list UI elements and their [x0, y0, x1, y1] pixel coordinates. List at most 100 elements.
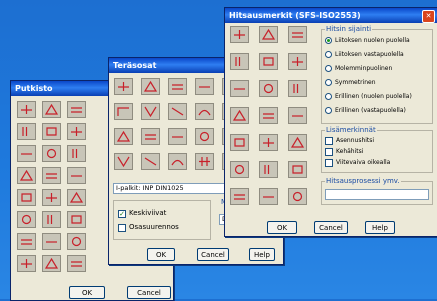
pipe-symbol-button[interactable]: [17, 233, 36, 250]
pipe-symbol-button[interactable]: [42, 255, 61, 272]
steel-symbol-icon: [199, 131, 210, 142]
weld-symbol-button[interactable]: [230, 26, 249, 43]
steel-symbol-button[interactable]: [195, 78, 214, 95]
steel-symbol-button[interactable]: [141, 78, 160, 95]
steel-symbol-button[interactable]: [195, 153, 214, 170]
hitsi-cancel-button[interactable]: Cancel: [314, 221, 348, 234]
osasuurennos-checkbox[interactable]: [118, 224, 126, 232]
weld-symbol-button[interactable]: [230, 53, 249, 70]
menetelma-input[interactable]: [325, 189, 429, 200]
putkisto-cancel-button[interactable]: Cancel: [127, 286, 171, 299]
weld-symbol-button[interactable]: [230, 161, 249, 178]
steel-symbol-button[interactable]: [195, 103, 214, 120]
weld-symbol-button[interactable]: [259, 188, 278, 205]
steel-symbol-button[interactable]: [168, 78, 187, 95]
keskiviivat-checkbox[interactable]: ✓: [118, 210, 126, 218]
weld-symbol-button[interactable]: [259, 26, 278, 43]
steel-symbol-button[interactable]: [114, 78, 133, 95]
steel-symbol-button[interactable]: [195, 128, 214, 145]
steel-symbol-icon: [171, 159, 184, 166]
pipe-symbol-icon: [69, 191, 84, 203]
putkisto-ok-button[interactable]: OK: [69, 286, 105, 299]
steel-symbol-icon: [198, 109, 211, 116]
steel-symbol-icon: [144, 106, 157, 118]
steel-symbol-button[interactable]: [168, 153, 187, 170]
weld-symbol-button[interactable]: [288, 26, 307, 43]
steel-symbol-icon: [118, 82, 129, 91]
weld-symbol-button[interactable]: [230, 134, 249, 151]
pipe-symbol-icon: [71, 175, 82, 177]
pipe-symbol-button[interactable]: [42, 167, 61, 184]
pipe-symbol-button[interactable]: [42, 123, 61, 140]
pipe-symbol-button[interactable]: [67, 101, 86, 118]
steel-symbol-icon: [172, 84, 183, 90]
pipe-symbol-button[interactable]: [17, 123, 36, 140]
steel-symbol-button[interactable]: [114, 128, 133, 145]
weld-symbol-icon: [234, 164, 245, 175]
weld-position-radio[interactable]: [325, 93, 332, 100]
weld-position-radio[interactable]: [325, 65, 332, 72]
pipe-symbol-button[interactable]: [17, 167, 36, 184]
weld-symbol-button[interactable]: [288, 53, 307, 70]
pipe-symbol-button[interactable]: [67, 255, 86, 272]
teras-ok-button[interactable]: OK: [147, 248, 175, 261]
weld-extra-checkbox[interactable]: [325, 137, 333, 145]
pipe-symbol-button[interactable]: [42, 233, 61, 250]
pipe-symbol-icon: [46, 241, 57, 243]
weld-symbol-button[interactable]: [259, 107, 278, 124]
weld-symbol-icon: [264, 165, 270, 174]
pipe-symbol-button[interactable]: [17, 189, 36, 206]
close-icon[interactable]: ✕: [422, 10, 435, 23]
pipe-symbol-button[interactable]: [42, 211, 61, 228]
steel-symbol-button[interactable]: [141, 103, 160, 120]
pipe-symbol-button[interactable]: [17, 145, 36, 162]
weld-position-radio[interactable]: [325, 79, 332, 86]
weld-symbol-button[interactable]: [259, 161, 278, 178]
steel-symbol-icon: [145, 134, 156, 140]
steel-symbol-button[interactable]: [114, 103, 133, 120]
hitsi-ok-button[interactable]: OK: [267, 221, 297, 234]
weld-position-radio[interactable]: [325, 37, 332, 44]
weld-extra-checkbox[interactable]: [325, 159, 333, 167]
steel-symbol-button[interactable]: [141, 128, 160, 145]
pipe-symbol-button[interactable]: [67, 211, 86, 228]
steel-symbol-icon: [117, 156, 130, 168]
steel-symbol-button[interactable]: [141, 153, 160, 170]
pipe-symbol-button[interactable]: [42, 145, 61, 162]
teras-cancel-button[interactable]: Cancel: [197, 248, 229, 261]
pipe-symbol-button[interactable]: [67, 123, 86, 140]
menetelma-title: Hitsausprosessi ymv.: [325, 177, 401, 186]
weld-symbol-button[interactable]: [230, 107, 249, 124]
pipe-symbol-button[interactable]: [17, 255, 36, 272]
weld-symbol-button[interactable]: [230, 80, 249, 97]
pipe-symbol-button[interactable]: [67, 167, 86, 184]
weld-symbol-button[interactable]: [288, 134, 307, 151]
weld-symbol-button[interactable]: [288, 107, 307, 124]
pipe-symbol-button[interactable]: [17, 211, 36, 228]
steel-symbol-button[interactable]: [168, 128, 187, 145]
weld-symbol-button[interactable]: [288, 80, 307, 97]
weld-symbol-button[interactable]: [259, 53, 278, 70]
weld-symbol-button[interactable]: [259, 134, 278, 151]
pipe-symbol-button[interactable]: [67, 233, 86, 250]
steel-symbol-button[interactable]: [114, 153, 133, 170]
pipe-symbol-button[interactable]: [17, 101, 36, 118]
weld-symbol-button[interactable]: [288, 161, 307, 178]
pipe-symbol-button[interactable]: [42, 189, 61, 206]
steel-symbol-button[interactable]: [168, 103, 187, 120]
weld-extra-checkbox[interactable]: [325, 148, 333, 156]
sijainti-title: Hitsin sijainti: [325, 25, 373, 34]
weld-symbol-button[interactable]: [288, 188, 307, 205]
pipe-symbol-button[interactable]: [42, 101, 61, 118]
lisamerkinnat-title: Lisämerkinnät: [325, 126, 377, 135]
hitsi-help-button[interactable]: Help: [365, 221, 395, 234]
pipe-symbol-button[interactable]: [67, 189, 86, 206]
weld-symbol-button[interactable]: [230, 188, 249, 205]
weld-position-radio[interactable]: [325, 107, 332, 114]
weld-position-label: Molemminpuolinen: [335, 65, 393, 72]
teras-help-button[interactable]: Help: [249, 248, 275, 261]
weld-position-radio[interactable]: [325, 51, 332, 58]
weld-symbol-icon: [292, 165, 303, 174]
pipe-symbol-button[interactable]: [67, 145, 86, 162]
weld-symbol-button[interactable]: [259, 80, 278, 97]
